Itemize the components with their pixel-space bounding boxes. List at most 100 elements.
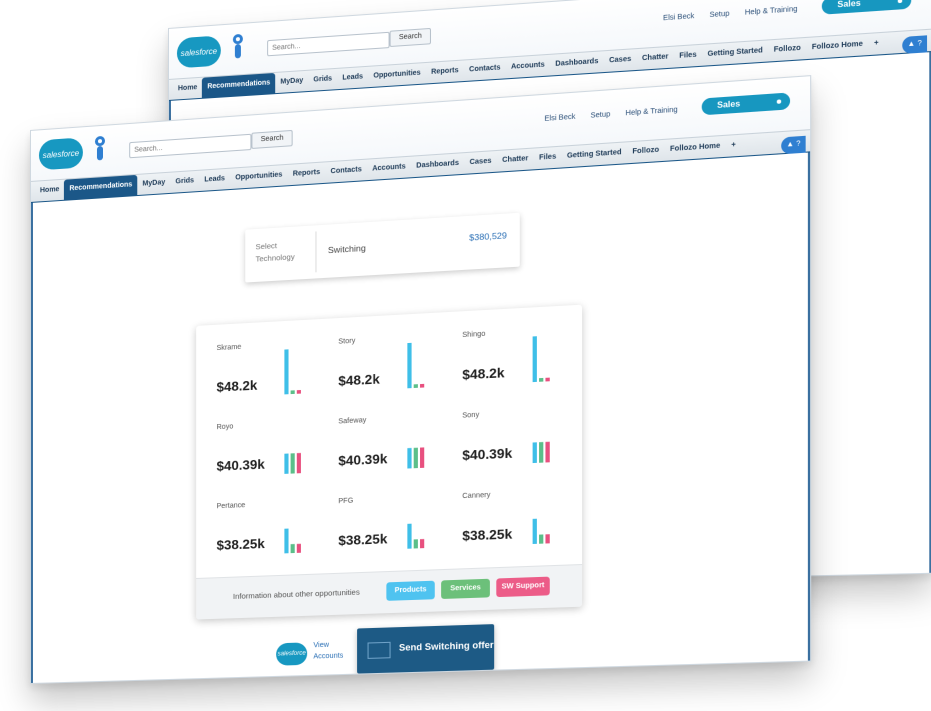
mini-bar bbox=[296, 389, 301, 394]
header-links: Elsi Beck Setup Help & Training bbox=[663, 6, 797, 23]
tab-dashboards[interactable]: Dashboards bbox=[550, 51, 604, 75]
tab-opportunities[interactable]: Opportunities bbox=[230, 165, 288, 189]
tab-contacts[interactable]: Contacts bbox=[464, 58, 506, 81]
opportunity-name: Cannery bbox=[462, 491, 491, 501]
view-accounts-link[interactable]: salesforce View Accounts bbox=[276, 635, 349, 678]
tab-follozo-home[interactable]: Follozo Home bbox=[665, 136, 726, 161]
tab-home[interactable]: Home bbox=[173, 78, 202, 100]
user-menu[interactable]: Elsi Beck bbox=[544, 114, 575, 123]
tab-follozo[interactable]: Follozo bbox=[768, 38, 806, 62]
help-link[interactable]: Help & Training bbox=[745, 6, 798, 17]
tab-follozo[interactable]: Follozo bbox=[627, 140, 665, 163]
mini-bar-chart bbox=[407, 523, 425, 549]
search-button[interactable]: Search bbox=[389, 27, 432, 48]
app-switcher-label: Sales bbox=[717, 99, 741, 111]
opportunity-value: $48.2k bbox=[216, 377, 258, 395]
mini-bar bbox=[290, 544, 295, 554]
app-switcher[interactable]: Sales bbox=[821, 0, 912, 15]
mini-bar bbox=[413, 539, 418, 549]
app-switcher-label: Sales bbox=[837, 0, 861, 10]
tab-reports[interactable]: Reports bbox=[288, 162, 326, 185]
tab-myday[interactable]: MyDay bbox=[137, 173, 170, 195]
technology-value[interactable]: Switching bbox=[328, 243, 366, 256]
opportunity-tile[interactable]: Story $48.2k bbox=[328, 318, 443, 402]
tab-cases[interactable]: Cases bbox=[604, 49, 637, 72]
tab-chatter[interactable]: Chatter bbox=[637, 47, 674, 70]
tab-cases[interactable]: Cases bbox=[464, 151, 497, 174]
user-menu[interactable]: Elsi Beck bbox=[663, 13, 694, 22]
opportunity-name: Skrame bbox=[216, 343, 242, 353]
tab-getting-started[interactable]: Getting Started bbox=[562, 142, 627, 167]
opportunity-name: Pertance bbox=[216, 502, 246, 511]
tab-follozo-home[interactable]: Follozo Home bbox=[806, 34, 868, 59]
services-button[interactable]: Services bbox=[441, 578, 490, 600]
mini-bar bbox=[413, 447, 418, 469]
help-badge[interactable]: ▲ ? bbox=[781, 135, 806, 155]
mini-bar bbox=[407, 342, 412, 389]
tab-add[interactable]: + bbox=[726, 135, 742, 157]
mini-bar bbox=[420, 447, 425, 468]
setup-link[interactable]: Setup bbox=[591, 111, 611, 120]
mini-bar bbox=[539, 442, 544, 463]
help-link[interactable]: Help & Training bbox=[625, 106, 677, 117]
app-switcher[interactable]: Sales bbox=[701, 92, 791, 116]
header-links: Elsi Beck Setup Help & Training bbox=[544, 106, 677, 122]
search-input[interactable] bbox=[267, 31, 390, 57]
opportunity-name: Shingo bbox=[462, 330, 486, 340]
opportunity-tile[interactable]: Cannery $38.25k bbox=[452, 474, 569, 557]
tab-myday[interactable]: MyDay bbox=[275, 71, 308, 93]
tab-grids[interactable]: Grids bbox=[170, 171, 199, 193]
tab-files[interactable]: Files bbox=[534, 147, 562, 170]
mini-bar bbox=[545, 534, 550, 544]
mini-bar bbox=[296, 543, 301, 553]
opportunity-name: Sony bbox=[462, 411, 480, 420]
send-switching-offer-button[interactable]: Send Switching offer bbox=[357, 624, 495, 674]
opportunity-tile[interactable]: Skrame $48.2k bbox=[206, 325, 319, 408]
salesforce-cloud-icon: salesforce bbox=[276, 642, 308, 666]
tab-grids[interactable]: Grids bbox=[308, 69, 337, 91]
opportunity-name: Royo bbox=[216, 423, 234, 432]
tab-accounts[interactable]: Accounts bbox=[506, 55, 550, 79]
salesforce-logo[interactable]: salesforce bbox=[176, 35, 221, 69]
mini-bar bbox=[532, 518, 537, 544]
view-accounts-label: View Accounts bbox=[313, 641, 344, 661]
technology-selector[interactable]: Select Technology Switching $380,529 bbox=[245, 212, 520, 283]
opportunity-tile[interactable]: Shingo $48.2k bbox=[452, 312, 569, 397]
tab-chatter[interactable]: Chatter bbox=[497, 149, 534, 172]
tab-leads[interactable]: Leads bbox=[199, 169, 230, 191]
tab-home[interactable]: Home bbox=[35, 180, 64, 202]
tab-reports[interactable]: Reports bbox=[426, 61, 464, 84]
help-badge[interactable]: ▲ ? bbox=[902, 35, 928, 54]
opportunity-tile[interactable]: Safeway $40.39k bbox=[328, 399, 443, 482]
search-input[interactable] bbox=[129, 133, 252, 159]
opportunity-tile[interactable]: Pertance $38.25k bbox=[206, 485, 319, 567]
tab-add[interactable]: + bbox=[869, 33, 885, 55]
tab-files[interactable]: Files bbox=[674, 45, 702, 68]
tab-contacts[interactable]: Contacts bbox=[325, 160, 367, 183]
sw-support-button[interactable]: SW Support bbox=[496, 576, 550, 598]
mini-bar bbox=[532, 336, 537, 383]
tab-leads[interactable]: Leads bbox=[337, 67, 368, 89]
opportunity-tile[interactable]: PFG $38.25k bbox=[328, 479, 443, 562]
opportunity-name: Safeway bbox=[338, 417, 367, 426]
setup-link[interactable]: Setup bbox=[710, 10, 730, 19]
opportunity-tile[interactable]: Sony $40.39k bbox=[452, 393, 569, 477]
mini-bar bbox=[532, 442, 537, 464]
mini-bar-chart bbox=[532, 441, 550, 464]
mini-bar bbox=[539, 534, 544, 544]
front-window: salesforce Search Elsi Beck Setup Help &… bbox=[30, 75, 812, 685]
tab-dashboards[interactable]: Dashboards bbox=[411, 153, 464, 177]
search-button[interactable]: Search bbox=[251, 129, 293, 149]
opportunity-value: $38.25k bbox=[462, 526, 513, 544]
send-offer-label: Send Switching offer bbox=[398, 639, 494, 653]
technology-label: Select Technology bbox=[255, 240, 295, 264]
tab-getting-started[interactable]: Getting Started bbox=[702, 40, 768, 65]
opportunity-tile[interactable]: Royo $40.39k bbox=[206, 405, 319, 488]
products-button[interactable]: Products bbox=[386, 580, 435, 601]
tab-opportunities[interactable]: Opportunities bbox=[368, 63, 426, 87]
opportunities-grid: Skrame $48.2k Story $48.2k Shingo $48.2k Royo $… bbox=[196, 305, 582, 554]
tab-accounts[interactable]: Accounts bbox=[367, 157, 411, 180]
salesforce-logo[interactable]: salesforce bbox=[38, 137, 83, 171]
envelope-icon bbox=[367, 641, 391, 659]
mini-bar bbox=[420, 383, 425, 388]
